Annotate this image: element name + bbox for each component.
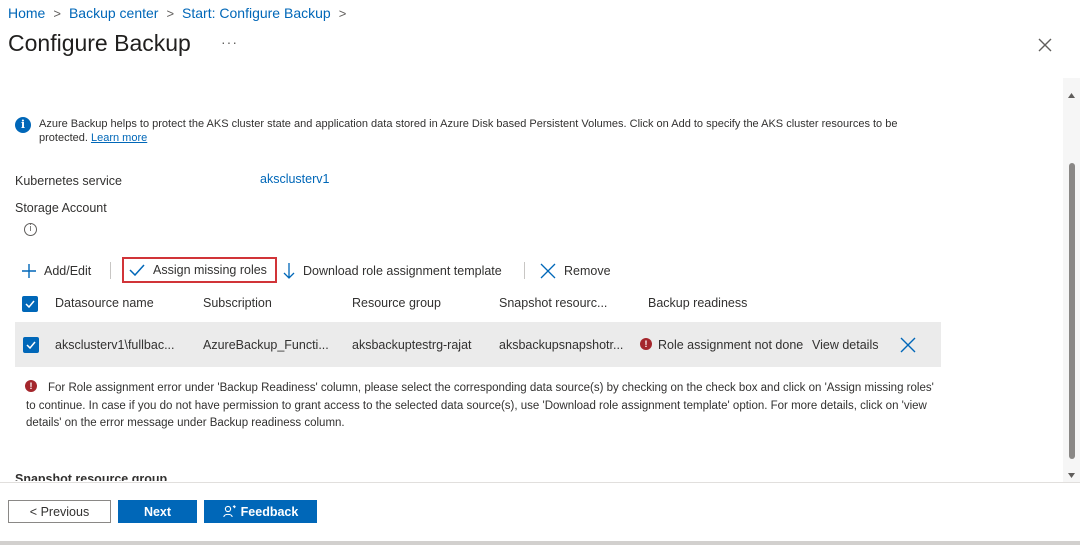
cell-subscription: AzureBackup_Functi...: [203, 338, 329, 352]
info-text: Azure Backup helps to protect the AKS cl…: [39, 118, 898, 144]
breadcrumb-home[interactable]: Home: [8, 5, 45, 21]
select-all-checkbox[interactable]: [22, 296, 38, 312]
cell-snapshot: aksbackupsnapshotr...: [499, 338, 624, 352]
close-button[interactable]: [1036, 36, 1054, 54]
close-icon: [540, 263, 556, 279]
toolbar-divider: [524, 262, 525, 279]
page-title: Configure Backup: [8, 30, 191, 56]
storage-account-label: Storage Account: [15, 201, 107, 215]
chevron-right-icon: >: [53, 5, 61, 21]
info-tooltip-icon[interactable]: i: [24, 223, 37, 236]
checkmark-icon: [26, 341, 36, 349]
column-header-resource-group[interactable]: Resource group: [352, 296, 441, 310]
scroll-up-arrow-icon[interactable]: [1068, 86, 1075, 101]
scrollbar-thumb[interactable]: [1069, 163, 1075, 459]
bottom-border: [0, 541, 1080, 545]
assign-missing-roles-label: Assign missing roles: [153, 263, 267, 277]
cell-resource-group: aksbackuptestrg-rajat: [352, 338, 472, 352]
feedback-icon: [222, 505, 236, 518]
learn-more-link[interactable]: Learn more: [91, 132, 147, 144]
add-edit-button[interactable]: Add/Edit: [22, 262, 91, 280]
column-header-snapshot[interactable]: Snapshot resourc...: [499, 296, 607, 310]
download-arrow-icon: [283, 263, 295, 279]
chevron-right-icon: >: [338, 5, 347, 21]
chevron-right-icon: >: [166, 5, 175, 21]
info-icon: i: [15, 117, 31, 133]
breadcrumb: Home > Backup center > Start: Configure …: [8, 4, 354, 22]
snapshot-resource-group-heading: Snapshot resource group: [15, 472, 168, 481]
role-assignment-error-message: For Role assignment error under 'Backup …: [26, 382, 934, 429]
checkmark-icon: [129, 264, 145, 276]
download-template-label: Download role assignment template: [303, 264, 502, 278]
feedback-button[interactable]: Feedback: [204, 500, 317, 523]
column-header-datasource[interactable]: Datasource name: [55, 296, 154, 310]
assign-missing-roles-button[interactable]: Assign missing roles: [122, 257, 277, 283]
breadcrumb-backup-center[interactable]: Backup center: [69, 5, 159, 21]
remove-button[interactable]: Remove: [540, 262, 611, 280]
toolbar-divider: [110, 262, 111, 279]
remove-label: Remove: [564, 264, 611, 278]
remove-row-button[interactable]: [900, 337, 916, 353]
add-edit-label: Add/Edit: [44, 264, 92, 278]
column-header-subscription[interactable]: Subscription: [203, 296, 272, 310]
next-button[interactable]: Next: [118, 500, 197, 523]
download-template-button[interactable]: Download role assignment template: [283, 262, 502, 280]
close-icon: [900, 337, 916, 353]
feedback-label: Feedback: [240, 504, 299, 519]
close-icon: [1038, 38, 1052, 52]
scroll-down-arrow-icon[interactable]: [1068, 466, 1075, 481]
view-details-link[interactable]: View details: [812, 338, 878, 352]
footer-divider: [0, 482, 1080, 483]
checkmark-icon: [25, 300, 35, 308]
plus-icon: [22, 264, 36, 278]
previous-button[interactable]: < Previous: [8, 500, 111, 523]
info-message: Azure Backup helps to protect the AKS cl…: [39, 117, 929, 145]
breadcrumb-configure-backup[interactable]: Start: Configure Backup: [182, 5, 331, 21]
more-options-button[interactable]: ···: [221, 34, 238, 50]
kubernetes-service-link[interactable]: aksclusterv1: [260, 172, 329, 186]
row-checkbox[interactable]: [23, 337, 39, 353]
cell-backup-readiness: Role assignment not done: [658, 338, 804, 352]
error-icon: !: [640, 338, 652, 350]
cell-datasource: aksclusterv1\fullbac...: [55, 338, 175, 352]
column-header-backup-readiness[interactable]: Backup readiness: [648, 296, 747, 310]
kubernetes-service-label: Kubernetes service: [15, 174, 123, 188]
